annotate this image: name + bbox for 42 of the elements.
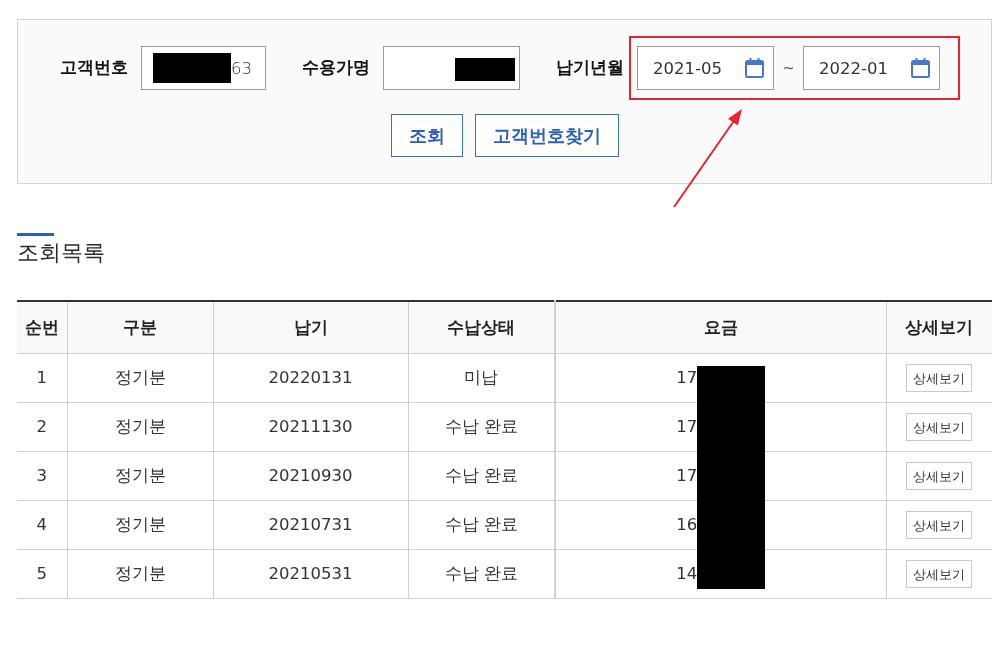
table-cell: 정기분: [67, 353, 213, 403]
date-field[interactable]: 2022-01: [803, 46, 940, 90]
field-label: 고객번호: [60, 56, 129, 80]
date-field[interactable]: 2021-05: [637, 46, 774, 90]
search-button[interactable]: 고객번호찾기: [474, 114, 619, 157]
table-cell: 정기분: [67, 549, 213, 599]
detail-button[interactable]: 상세보기: [906, 364, 973, 393]
table-cell: 정기분: [67, 402, 213, 452]
table-cell: 1: [17, 353, 67, 403]
table-cell: 20210731: [213, 500, 408, 550]
column-header: 수납상태: [408, 300, 555, 354]
detail-button[interactable]: 상세보기: [906, 413, 973, 442]
range-separator: ~: [781, 58, 796, 78]
calendar-icon[interactable]: [911, 58, 930, 78]
detail-button[interactable]: 상세보기: [906, 462, 973, 491]
calendar-icon[interactable]: [745, 58, 764, 78]
table-cell: 수납 완료: [408, 402, 555, 452]
column-header: 납기: [213, 300, 408, 354]
field-label: 납기년월: [556, 56, 625, 80]
field-label: 수용가명: [302, 56, 371, 80]
detail-button[interactable]: 상세보기: [906, 560, 973, 589]
column-header: 요금: [555, 300, 886, 354]
table-cell: 3: [17, 451, 67, 501]
detail-button[interactable]: 상세보기: [906, 511, 973, 540]
table-cell: 수납 완료: [408, 451, 555, 501]
table-cell: 미납: [408, 353, 555, 403]
table-cell: 정기분: [67, 500, 213, 550]
column-header: 순번: [17, 300, 67, 354]
column-header: 구분: [67, 300, 213, 354]
table-cell: 2: [17, 402, 67, 452]
table-cell: 수납 완료: [408, 549, 555, 599]
table-cell: 20220131: [213, 353, 408, 403]
table-cell: 수납 완료: [408, 500, 555, 550]
table-cell: 20211130: [213, 402, 408, 452]
table-cell: 5: [17, 549, 67, 599]
section-title: 조회목록: [17, 240, 105, 267]
table-cell: 정기분: [67, 451, 213, 501]
table-cell: 20210930: [213, 451, 408, 501]
table-cell: 20210531: [213, 549, 408, 599]
table-cell: 4: [17, 500, 67, 550]
search-button[interactable]: 조회: [390, 114, 463, 157]
column-header: 상세보기: [886, 300, 992, 354]
